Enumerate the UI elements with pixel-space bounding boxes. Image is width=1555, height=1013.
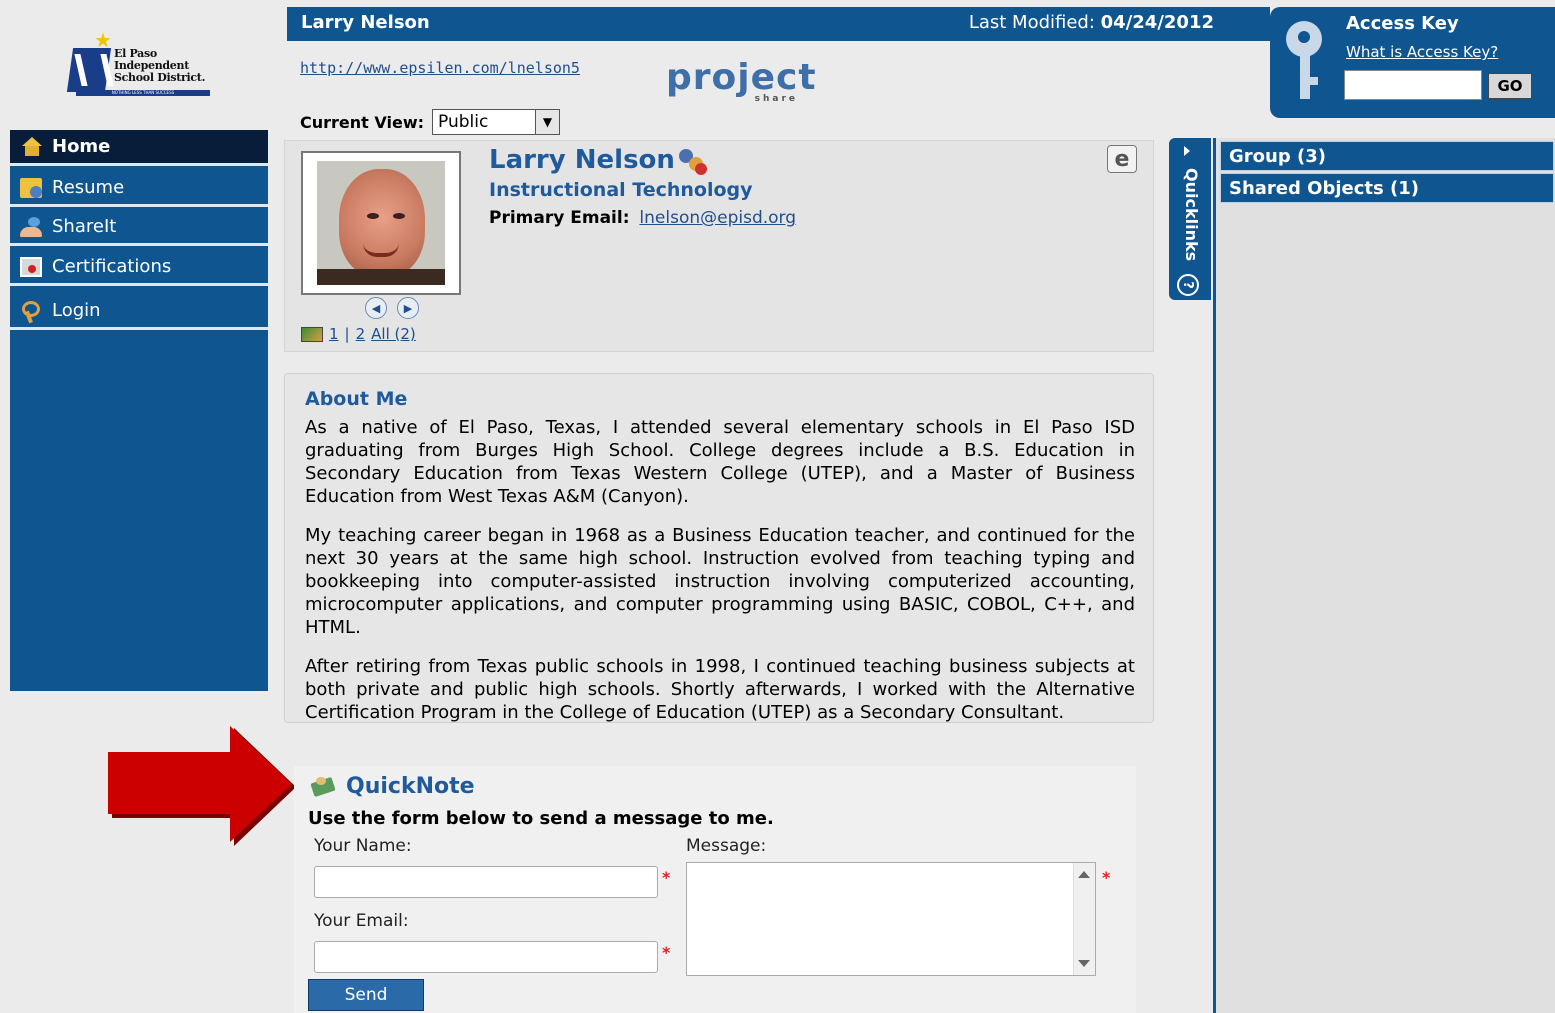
district-logo[interactable]: ★ El Paso Independent School District. N…: [66, 28, 214, 100]
your-email-input[interactable]: [314, 941, 658, 973]
nav-item-label: Home: [52, 136, 111, 157]
brand-sub: share: [754, 94, 798, 104]
profile-name: Larry Nelson: [489, 145, 675, 175]
nav-item-label: Login: [52, 300, 101, 321]
red-pointer-arrow: [108, 726, 296, 846]
expand-arrow-icon: [1184, 146, 1190, 156]
key-icon: [1286, 21, 1322, 101]
quicknote-title-row: QuickNote: [310, 774, 475, 799]
epsilen-e-icon[interactable]: e: [1107, 145, 1137, 173]
required-marker: *: [1102, 868, 1111, 887]
about-me-body: As a native of El Paso, Texas, I attende…: [305, 416, 1135, 740]
project-share-logo: project share: [666, 57, 817, 114]
help-icon[interactable]: ?: [1177, 274, 1199, 296]
current-view-row: Current View: Public ▼: [300, 109, 560, 135]
header-name: Larry Nelson: [301, 12, 430, 33]
brand-word: project: [666, 57, 817, 98]
access-key-title: Access Key: [1346, 13, 1459, 34]
about-paragraph: After retiring from Texas public schools…: [305, 656, 1135, 723]
send-button[interactable]: Send: [308, 979, 424, 1011]
your-email-label: Your Email:: [314, 911, 409, 931]
previous-icon[interactable]: ◀: [365, 297, 387, 319]
last-modified-date: 04/24/2012: [1100, 12, 1214, 33]
primary-email-link[interactable]: lnelson@episd.org: [639, 208, 796, 228]
nav-item-label: Certifications: [52, 256, 172, 277]
quicknote-description: Use the form below to send a message to …: [308, 808, 774, 829]
required-marker: *: [662, 943, 671, 962]
primary-email-label: Primary Email:: [489, 208, 630, 228]
last-modified-label: Last Modified:: [968, 12, 1095, 33]
what-is-access-key-link[interactable]: What is Access Key?: [1346, 43, 1498, 61]
message-label: Message:: [686, 836, 767, 856]
resume-icon: [20, 177, 42, 198]
quicknote-title: QuickNote: [346, 774, 475, 799]
your-name-label: Your Name:: [314, 836, 412, 856]
about-paragraph: As a native of El Paso, Texas, I attende…: [305, 417, 1135, 507]
primary-email-row: Primary Email: lnelson@episd.org: [489, 208, 796, 228]
required-marker: *: [662, 868, 671, 887]
current-view-select[interactable]: Public ▼: [432, 109, 560, 135]
access-key-input[interactable]: [1344, 70, 1482, 100]
left-nav: Home Resume ShareIt Certifications Login: [10, 130, 268, 691]
logo-tagline: NOTHING LESS THAN SUCCESS: [76, 90, 210, 96]
quicknote-panel: QuickNote Use the form below to send a m…: [294, 766, 1136, 1013]
logo-mark: [66, 48, 112, 92]
photo-page-1[interactable]: 1: [329, 325, 339, 343]
contacts-icon[interactable]: [679, 147, 709, 175]
key-icon: [20, 300, 42, 321]
share-icon: [20, 216, 42, 237]
photo-page-2[interactable]: 2: [356, 325, 366, 343]
quicklinks-tab[interactable]: Quicklinks ?: [1169, 138, 1211, 300]
nav-item-label: ShareIt: [52, 216, 117, 237]
profile-photo: [317, 161, 445, 285]
profile-url-link[interactable]: http://www.epsilen.com/lnelson5: [300, 59, 580, 77]
message-textarea[interactable]: [686, 862, 1096, 976]
group-section-header[interactable]: Group (3): [1220, 141, 1554, 171]
profile-card: ◀ ▶ 1 | 2 All (2) Larry Nelson Instructi…: [284, 140, 1154, 352]
shared-objects-section-header[interactable]: Shared Objects (1): [1220, 173, 1554, 203]
logo-text: El Paso Independent School District.: [114, 47, 206, 84]
message-scrollbar[interactable]: [1073, 863, 1095, 975]
profile-photo-frame: [301, 151, 461, 295]
your-name-input[interactable]: [314, 866, 658, 898]
profile-header-bar: Larry Nelson Last Modified: 04/24/2012: [287, 7, 1270, 41]
about-me-panel: About Me As a native of El Paso, Texas, …: [284, 373, 1154, 723]
nav-item-label: Resume: [52, 177, 125, 198]
about-paragraph: My teaching career began in 1968 as a Bu…: [305, 525, 1135, 638]
nav-item-home[interactable]: Home: [10, 130, 268, 166]
certificate-icon: [20, 256, 42, 277]
nav-item-certifications[interactable]: Certifications: [10, 250, 268, 286]
access-key-panel: Access Key What is Access Key? GO: [1270, 7, 1555, 118]
chevron-down-icon[interactable]: ▼: [535, 110, 559, 134]
current-view-value: Public: [438, 112, 489, 132]
photo-pager-arrows: ◀ ▶: [365, 297, 419, 319]
pager-separator: |: [344, 325, 350, 343]
current-view-label: Current View:: [300, 112, 424, 132]
scroll-down-icon[interactable]: [1078, 960, 1090, 967]
nav-item-login[interactable]: Login: [10, 294, 268, 330]
photo-pager: 1 | 2 All (2): [301, 325, 416, 343]
go-button[interactable]: GO: [1488, 73, 1532, 99]
last-modified: Last Modified: 04/24/2012: [969, 12, 1214, 33]
next-icon[interactable]: ▶: [397, 297, 419, 319]
quicknote-icon: [310, 776, 336, 798]
nav-item-shareit[interactable]: ShareIt: [10, 210, 268, 246]
profile-department: Instructional Technology: [489, 179, 753, 201]
nav-item-resume[interactable]: Resume: [10, 171, 268, 207]
scroll-up-icon[interactable]: [1078, 871, 1090, 878]
home-icon: [20, 136, 42, 157]
photo-page-all[interactable]: All (2): [371, 325, 416, 343]
right-sidebar: Group (3) Shared Objects (1): [1213, 138, 1555, 1013]
star-icon: ★: [94, 28, 112, 52]
quicklinks-label: Quicklinks: [1182, 168, 1201, 262]
photo-thumbnail-icon: [301, 326, 323, 342]
about-me-title: About Me: [305, 388, 408, 410]
